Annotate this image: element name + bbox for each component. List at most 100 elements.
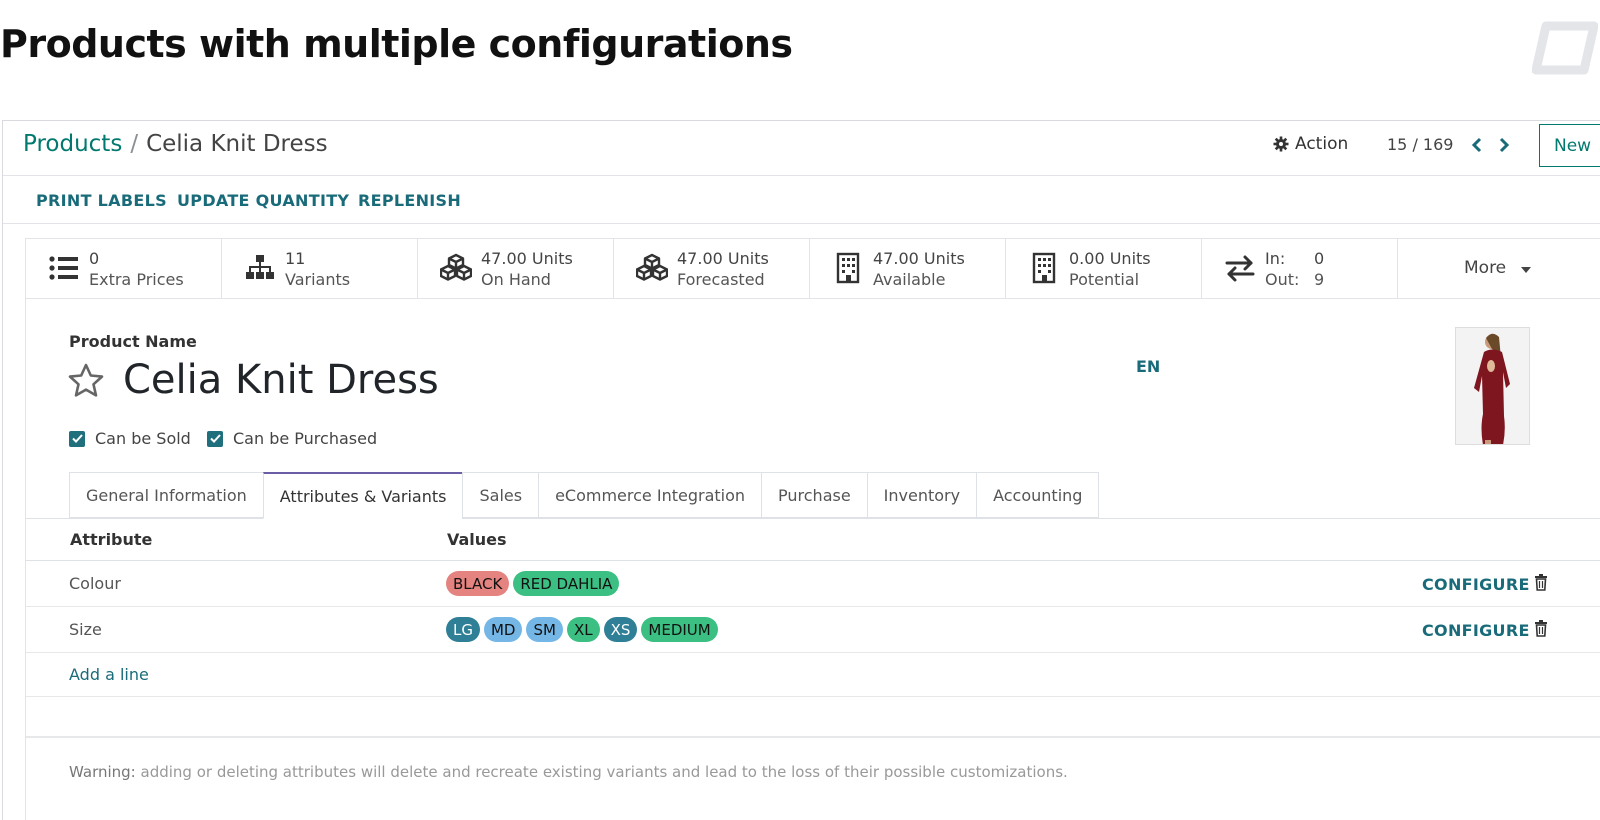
out-moves-value: 9 bbox=[1314, 270, 1325, 289]
sitemap-icon bbox=[246, 255, 274, 279]
add-a-line-link[interactable]: Add a line bbox=[69, 665, 149, 684]
on-hand-label: On Hand bbox=[481, 270, 551, 289]
table-row[interactable]: Size LG MD SM XL XS MEDIUM CONFIGURE bbox=[26, 607, 1600, 653]
checkbox-checked[interactable] bbox=[207, 430, 223, 447]
check-icon bbox=[209, 434, 221, 443]
on-hand-button[interactable]: 47.00 Units On Hand bbox=[418, 239, 614, 298]
value-tag[interactable]: XS bbox=[603, 617, 638, 642]
add-line-row: Add a line bbox=[26, 653, 1600, 697]
tab-attributes-variants[interactable]: Attributes & Variants bbox=[262, 472, 463, 519]
building-icon bbox=[1032, 252, 1056, 284]
list-icon bbox=[49, 256, 78, 280]
tab-inventory[interactable]: Inventory bbox=[866, 472, 977, 518]
action-label: Action bbox=[1295, 134, 1349, 154]
status-action-bar: PRINT LABELS UPDATE QUANTITY REPLENISH bbox=[3, 176, 1600, 224]
forecasted-label: Forecasted bbox=[677, 270, 765, 289]
available-label: Available bbox=[873, 270, 946, 289]
forecasted-value: 47.00 Units bbox=[677, 249, 769, 268]
warning-label: Warning: bbox=[69, 763, 136, 781]
brand-logo-icon bbox=[1532, 21, 1598, 75]
value-tag[interactable]: LG bbox=[446, 617, 480, 642]
new-button[interactable]: New bbox=[1539, 124, 1600, 167]
available-button[interactable]: 47.00 Units Available bbox=[810, 239, 1006, 298]
in-out-moves-button[interactable]: In: 0 Out: 9 bbox=[1202, 239, 1398, 298]
pager-next-button[interactable] bbox=[1493, 130, 1515, 160]
print-labels-button[interactable]: PRINT LABELS bbox=[36, 191, 167, 210]
value-tag[interactable]: XL bbox=[566, 617, 600, 642]
value-tag[interactable]: BLACK bbox=[446, 571, 510, 596]
update-quantity-button[interactable]: UPDATE QUANTITY bbox=[177, 191, 349, 210]
tab-purchase[interactable]: Purchase bbox=[761, 472, 867, 518]
forecasted-button[interactable]: 47.00 Units Forecasted bbox=[614, 239, 810, 298]
attribute-values: BLACK RED DAHLIA bbox=[446, 571, 620, 596]
cubes-icon bbox=[636, 253, 668, 281]
trash-icon[interactable] bbox=[1534, 620, 1548, 637]
product-image[interactable] bbox=[1455, 327, 1530, 445]
pager-previous-button[interactable] bbox=[1466, 130, 1488, 160]
star-icon[interactable] bbox=[67, 362, 105, 400]
can-be-purchased-checkbox[interactable]: Can be Purchased bbox=[207, 429, 377, 448]
chevron-left-icon bbox=[1471, 137, 1482, 153]
warning-divider bbox=[26, 736, 1600, 738]
value-tag[interactable]: SM bbox=[526, 617, 563, 642]
can-be-purchased-label: Can be Purchased bbox=[233, 429, 378, 448]
checkbox-checked[interactable] bbox=[69, 430, 85, 447]
can-be-sold-checkbox[interactable]: Can be Sold bbox=[69, 429, 191, 448]
pager-value[interactable]: 15 / 169 bbox=[1387, 135, 1453, 154]
caret-down-icon bbox=[1521, 267, 1531, 273]
out-moves-label: Out: bbox=[1265, 270, 1300, 289]
action-button[interactable]: Action bbox=[1273, 134, 1348, 154]
value-tag[interactable]: RED DAHLIA bbox=[513, 571, 620, 596]
exchange-icon bbox=[1225, 255, 1255, 282]
language-button[interactable]: EN bbox=[1136, 357, 1160, 376]
value-tag[interactable]: MD bbox=[483, 617, 523, 642]
attribute-table-header: Attribute Values bbox=[26, 519, 1600, 561]
variants-label: Variants bbox=[285, 270, 351, 289]
column-attribute[interactable]: Attribute bbox=[70, 530, 152, 549]
tab-general-information[interactable]: General Information bbox=[69, 472, 263, 518]
cubes-icon bbox=[440, 253, 472, 281]
variants-button[interactable]: 11 Variants bbox=[222, 239, 418, 298]
slide-title: Products with multiple configurations bbox=[0, 22, 793, 66]
dress-photo bbox=[1456, 328, 1529, 444]
table-row[interactable]: Colour BLACK RED DAHLIA CONFIGURE bbox=[26, 561, 1600, 607]
check-icon bbox=[71, 434, 83, 443]
attribute-name: Size bbox=[69, 620, 102, 639]
in-moves-value: 0 bbox=[1314, 249, 1325, 268]
smart-button-bar: 0 Extra Prices 11 Variants 47.00 Units O… bbox=[26, 239, 1600, 299]
configure-button[interactable]: CONFIGURE bbox=[1422, 621, 1530, 640]
breadcrumb-current: Celia Knit Dress bbox=[146, 131, 328, 157]
control-panel: Products / Celia Knit Dress Action 15 / 16… bbox=[3, 121, 1600, 176]
in-moves-label: In: bbox=[1265, 249, 1286, 268]
can-be-sold-label: Can be Sold bbox=[95, 429, 191, 448]
more-label: More bbox=[1464, 258, 1507, 278]
variants-value: 11 bbox=[285, 249, 306, 268]
tab-sales[interactable]: Sales bbox=[462, 472, 539, 518]
notebook-tabs: General Information Attributes & Variant… bbox=[69, 472, 1100, 519]
tab-accounting[interactable]: Accounting bbox=[976, 472, 1100, 518]
on-hand-value: 47.00 Units bbox=[481, 249, 573, 268]
potential-label: Potential bbox=[1069, 270, 1140, 289]
tab-ecommerce-integration[interactable]: eCommerce Integration bbox=[538, 472, 762, 518]
configure-button[interactable]: CONFIGURE bbox=[1422, 575, 1530, 594]
building-icon bbox=[836, 252, 860, 284]
potential-value: 0.00 Units bbox=[1069, 249, 1151, 268]
more-button[interactable]: More bbox=[1398, 239, 1600, 298]
attribute-values: LG MD SM XL XS MEDIUM bbox=[446, 617, 718, 642]
extra-prices-button[interactable]: 0 Extra Prices bbox=[26, 239, 222, 298]
extra-prices-label: Extra Prices bbox=[89, 270, 184, 289]
potential-button[interactable]: 0.00 Units Potential bbox=[1006, 239, 1202, 298]
column-values[interactable]: Values bbox=[447, 530, 507, 549]
replenish-button[interactable]: REPLENISH bbox=[358, 191, 461, 210]
value-tag[interactable]: MEDIUM bbox=[641, 617, 718, 642]
odoo-app-window: Products / Celia Knit Dress Action 15 / 16… bbox=[2, 120, 1600, 820]
gear-icon bbox=[1273, 136, 1289, 152]
breadcrumb-products-link[interactable]: Products bbox=[23, 131, 122, 157]
warning-text: Warning: adding or deleting attributes w… bbox=[69, 763, 1068, 781]
form-sheet: 0 Extra Prices 11 Variants 47.00 Units O… bbox=[25, 238, 1600, 820]
attribute-name: Colour bbox=[69, 574, 121, 593]
trash-icon[interactable] bbox=[1534, 574, 1548, 591]
breadcrumb: Products / Celia Knit Dress bbox=[23, 131, 328, 157]
product-name-field[interactable]: Celia Knit Dress bbox=[123, 357, 439, 403]
available-value: 47.00 Units bbox=[873, 249, 965, 268]
